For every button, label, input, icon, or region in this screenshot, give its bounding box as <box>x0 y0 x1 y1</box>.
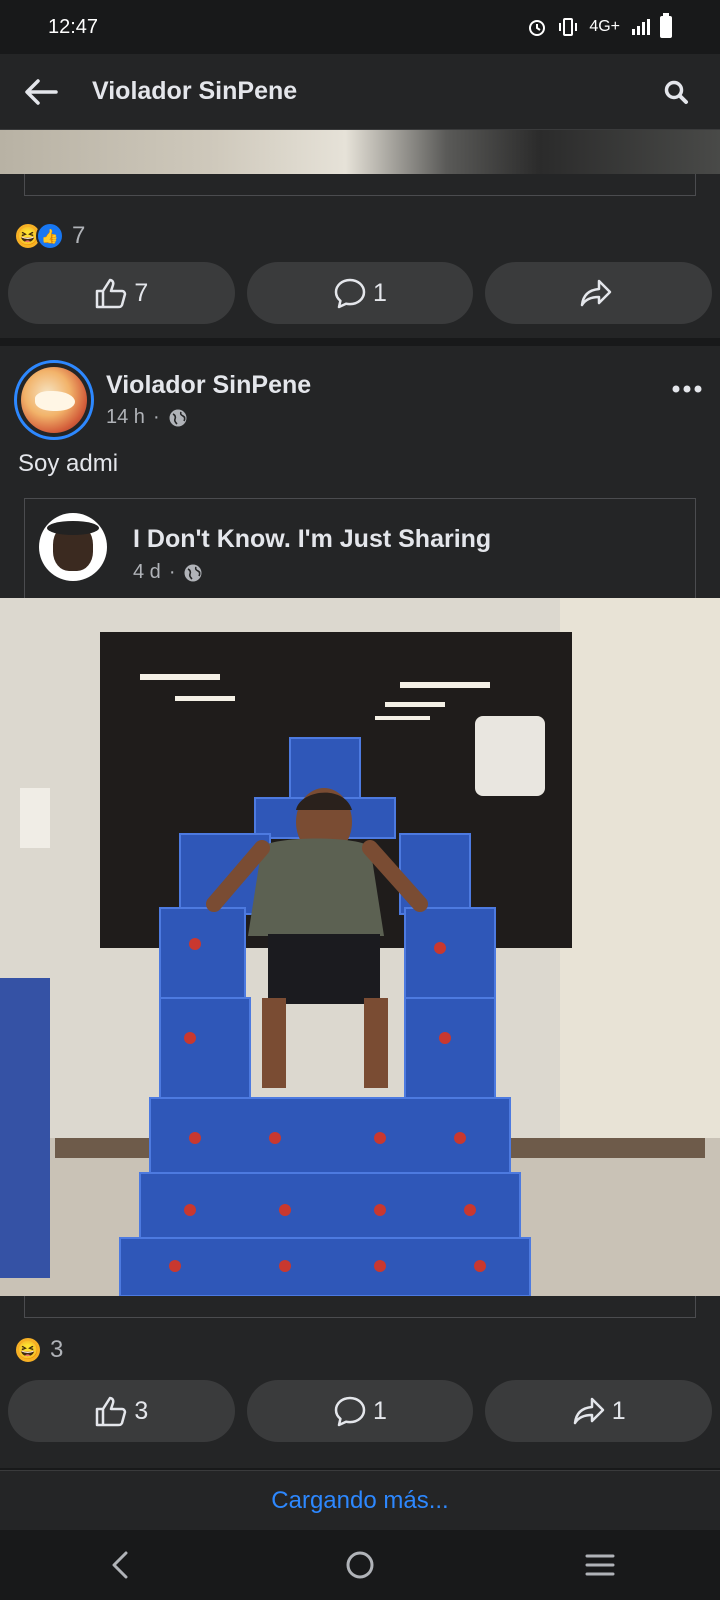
post: 😆 👍 7 7 1 <box>0 130 720 338</box>
status-icons: 4G+ <box>527 13 672 38</box>
back-arrow-icon <box>25 78 58 105</box>
feed[interactable]: 😆 👍 7 7 1 Violador SinPene 14 h · Soy ad… <box>0 130 720 1530</box>
shared-post-meta: 4 d · <box>133 561 203 584</box>
status-time: 12:47 <box>48 15 99 38</box>
app-header: Violador SinPene <box>0 54 720 130</box>
comment-count: 1 <box>373 278 387 307</box>
shared-post-card[interactable]: I Don't Know. I'm Just Sharing 4 d · <box>24 498 696 598</box>
recents-nav-icon <box>585 1554 615 1576</box>
search-icon <box>664 80 688 104</box>
nav-back-button[interactable] <box>80 1535 160 1595</box>
page-title: Violador SinPene <box>92 77 298 105</box>
comment-button[interactable]: 1 <box>246 1380 474 1442</box>
reaction-count: 3 <box>50 1336 64 1363</box>
shared-post-time[interactable]: 4 d <box>133 561 161 584</box>
nav-recents-button[interactable] <box>560 1535 640 1595</box>
share-button[interactable] <box>485 262 713 324</box>
thumbs-up-icon <box>96 278 127 309</box>
haha-reaction-icon: 😆 <box>14 1336 42 1364</box>
reaction-summary[interactable]: 😆 3 <box>14 1336 63 1364</box>
back-button[interactable] <box>24 72 64 112</box>
status-bar: 12:47 4G+ <box>0 0 720 54</box>
search-button[interactable] <box>656 72 696 112</box>
comment-icon <box>334 1396 366 1427</box>
like-button[interactable]: 7 <box>8 262 235 324</box>
system-nav-bar <box>0 1530 720 1600</box>
loading-indicator: Cargando más... <box>0 1470 720 1530</box>
globe-icon <box>169 409 187 426</box>
action-row: 3 1 1 <box>8 1380 713 1442</box>
avatar[interactable] <box>14 360 94 440</box>
share-icon <box>573 1397 604 1425</box>
reaction-summary[interactable]: 😆 👍 7 <box>14 222 85 250</box>
thumbs-up-icon <box>96 1396 127 1427</box>
vibrate-icon <box>559 18 578 36</box>
post-meta: 14 h · <box>106 406 311 429</box>
battery-icon <box>660 13 672 38</box>
post-media[interactable] <box>0 130 720 174</box>
comment-count: 1 <box>373 1396 387 1425</box>
network-label: 4G+ <box>589 18 620 35</box>
share-button[interactable]: 1 <box>485 1380 713 1442</box>
comment-button[interactable]: 1 <box>246 262 474 324</box>
share-count: 1 <box>611 1396 626 1425</box>
post: Violador SinPene 14 h · Soy admi I Don't… <box>0 346 720 1468</box>
like-reaction-icon: 👍 <box>36 222 64 250</box>
back-nav-icon <box>112 1551 128 1579</box>
post-author-row: Violador SinPene 14 h · <box>14 360 311 440</box>
share-icon <box>580 279 611 307</box>
reaction-count: 7 <box>72 222 86 249</box>
more-options-button[interactable] <box>672 374 702 394</box>
like-count: 3 <box>134 1396 149 1425</box>
photo-illustration <box>0 598 720 1296</box>
shared-card-frame <box>24 174 696 196</box>
shared-author-avatar[interactable] <box>39 513 107 581</box>
globe-icon <box>184 564 202 581</box>
more-icon <box>672 385 702 393</box>
shared-card-frame <box>24 1296 696 1318</box>
home-nav-icon <box>346 1551 374 1579</box>
comment-icon <box>334 278 366 309</box>
alarm-icon <box>529 20 546 36</box>
post-time[interactable]: 14 h <box>106 406 145 429</box>
like-count: 7 <box>134 278 149 307</box>
shared-author-name[interactable]: I Don't Know. I'm Just Sharing <box>133 525 491 554</box>
author-name[interactable]: Violador SinPene <box>106 371 311 400</box>
action-row: 7 1 <box>8 262 713 324</box>
like-button[interactable]: 3 <box>8 1380 235 1442</box>
signal-icon <box>632 19 650 35</box>
shared-post-image[interactable] <box>0 598 720 1296</box>
nav-home-button[interactable] <box>320 1535 400 1595</box>
post-text: Soy admi <box>18 450 119 477</box>
loading-text: Cargando más... <box>271 1486 449 1514</box>
